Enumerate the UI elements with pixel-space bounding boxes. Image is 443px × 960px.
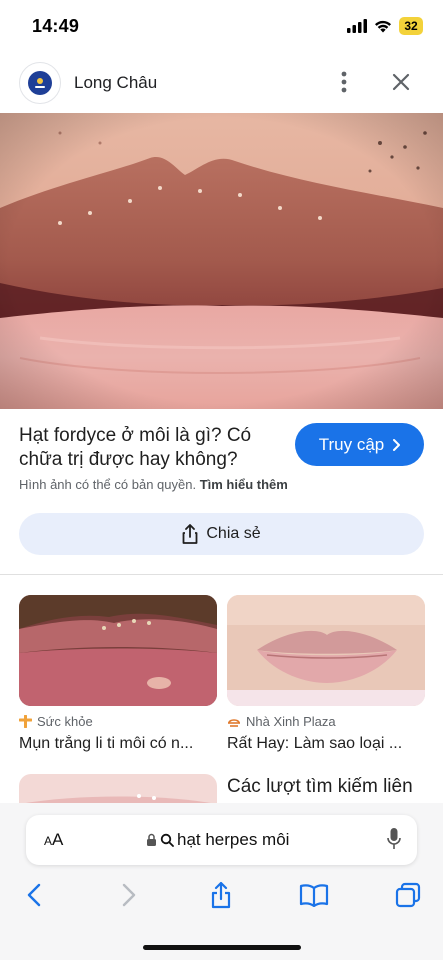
- related-title: Rất Hay: Làm sao loại ...: [227, 735, 403, 752]
- related-thumbnail: [19, 595, 217, 706]
- home-indicator: [143, 945, 301, 950]
- browser-chrome: AA hạt herpes môi: [0, 803, 443, 960]
- status-bar: 14:49 32: [0, 0, 443, 56]
- microphone-icon: [387, 828, 401, 849]
- related-source-name: Nhà Xinh Plaza: [246, 714, 336, 729]
- cellular-signal-icon: [347, 19, 367, 33]
- chevron-left-icon: [27, 883, 41, 907]
- tabs-icon: [395, 882, 421, 908]
- address-bar[interactable]: AA hạt herpes môi: [26, 815, 417, 865]
- related-searches-heading: Các lượt tìm kiếm liên: [227, 776, 413, 797]
- share-icon: [182, 524, 198, 544]
- copyright-note: Hình ảnh có thể có bản quyền. Tìm hiểu t…: [19, 477, 288, 492]
- wifi-icon: [375, 20, 391, 33]
- url-field[interactable]: hạt herpes môi: [146, 830, 289, 850]
- related-title: Mụn trắng li ti môi có n...: [19, 735, 194, 752]
- reader-mode-button[interactable]: AA: [44, 830, 63, 850]
- book-icon: [299, 884, 329, 907]
- result-main-image[interactable]: [0, 113, 443, 409]
- bookmarks-button[interactable]: [294, 875, 334, 915]
- section-divider: [0, 574, 443, 575]
- share-page-button[interactable]: [201, 875, 241, 915]
- long-chau-logo-icon: [28, 71, 52, 95]
- related-card[interactable]: Sức khỏe Mụn trắng li ti môi có n...: [19, 595, 217, 753]
- visit-button[interactable]: Truy cập: [295, 423, 424, 466]
- search-icon: [160, 833, 174, 847]
- visit-label: Truy cập: [318, 434, 385, 454]
- plus-cross-icon: [19, 715, 32, 728]
- share-button[interactable]: Chia sẻ: [19, 513, 424, 555]
- copyright-text: Hình ảnh có thể có bản quyền.: [19, 477, 197, 492]
- learn-more-link[interactable]: Tìm hiểu thêm: [200, 477, 288, 492]
- result-title[interactable]: Hạt fordyce ở môi là gì? Có chữa trị đượ…: [19, 424, 281, 472]
- related-source: Nhà Xinh Plaza: [227, 714, 425, 729]
- lips-photo: [0, 113, 443, 409]
- lens-header: Long Châu: [0, 56, 443, 112]
- related-source: Sức khỏe: [19, 714, 217, 729]
- status-time: 14:49: [32, 16, 80, 36]
- close-icon: [392, 73, 410, 91]
- related-card[interactable]: Nhà Xinh Plaza Rất Hay: Làm sao loại ...: [227, 595, 425, 753]
- related-source-name: Sức khỏe: [37, 714, 93, 729]
- lock-icon: [147, 833, 156, 846]
- close-button[interactable]: [386, 66, 416, 98]
- reader-large-a: A: [52, 830, 64, 849]
- site-logo[interactable]: [19, 62, 61, 104]
- chevron-right-icon: [393, 438, 401, 451]
- chevron-right-icon: [122, 883, 136, 907]
- more-vertical-icon: [341, 71, 347, 93]
- url-text: hạt herpes môi: [177, 830, 290, 849]
- scale-icon: [228, 718, 240, 727]
- battery-indicator: 32: [399, 17, 423, 35]
- tabs-button[interactable]: [388, 875, 428, 915]
- share-icon: [211, 881, 231, 909]
- related-thumbnail: [227, 595, 425, 706]
- browser-toolbar: [0, 875, 443, 915]
- forward-button[interactable]: [109, 875, 149, 915]
- back-button[interactable]: [14, 875, 54, 915]
- site-name[interactable]: Long Châu: [74, 73, 157, 93]
- share-label: Chia sẻ: [206, 525, 261, 542]
- status-icons: 32: [347, 17, 423, 35]
- reader-small-a: A: [44, 834, 53, 848]
- more-options-button[interactable]: [330, 66, 358, 98]
- microphone-button[interactable]: [387, 827, 401, 856]
